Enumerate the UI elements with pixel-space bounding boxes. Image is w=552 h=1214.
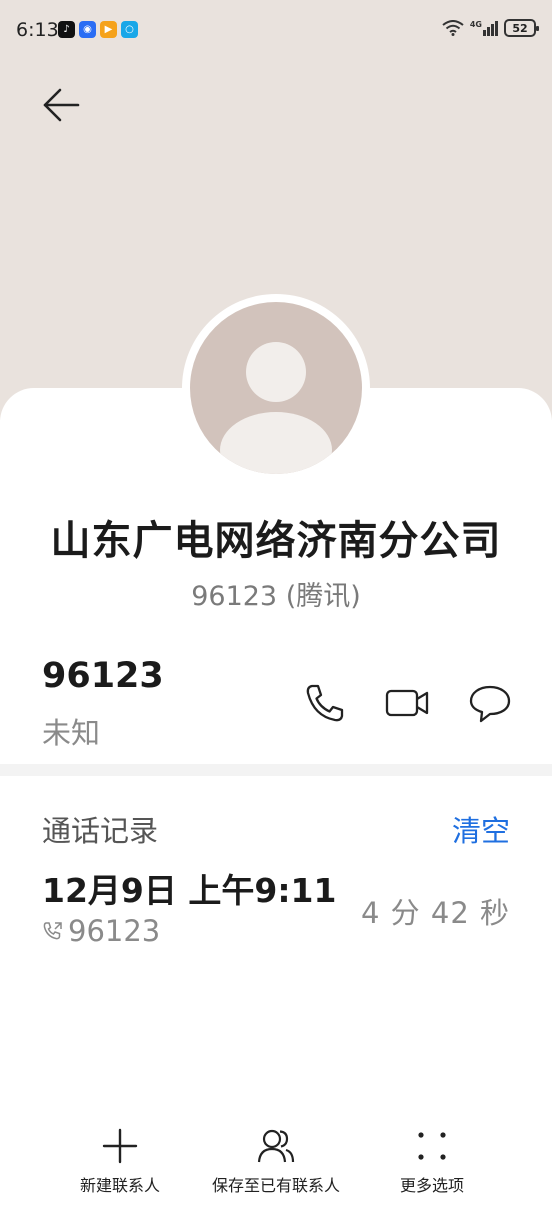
notification-icons: ♪ ◉ ▶ ○ <box>58 21 138 38</box>
wifi-icon <box>442 20 464 36</box>
tiktok-icon: ♪ <box>58 21 75 38</box>
save-to-existing-label: 保存至已有联系人 <box>211 1176 340 1195</box>
more-options-button[interactable]: 更多选项 <box>372 1126 492 1196</box>
video-app-icon: ▶ <box>100 21 117 38</box>
bottom-action-bar: 新建联系人 保存至已有联系人 更多选项 <box>0 1126 552 1214</box>
clear-call-log-button[interactable]: 清空 <box>452 808 510 850</box>
message-button[interactable] <box>467 680 513 726</box>
status-indicators: 4G 52 <box>442 19 539 37</box>
video-call-button[interactable] <box>384 680 430 726</box>
phone-icon <box>306 684 344 722</box>
search-app-icon: ○ <box>121 21 138 38</box>
battery-level: 52 <box>512 21 528 35</box>
back-button[interactable] <box>36 80 86 130</box>
plus-icon <box>102 1128 138 1164</box>
battery-icon: 52 <box>504 19 539 37</box>
call-button[interactable] <box>302 680 348 726</box>
app-notification-icon: ◉ <box>79 21 96 38</box>
network-type: 4G <box>469 19 482 29</box>
call-duration: 4 分 42 秒 <box>360 896 510 930</box>
contact-subtitle: 96123 (腾讯) <box>191 581 361 612</box>
section-divider <box>0 764 552 776</box>
avatar[interactable] <box>190 302 362 474</box>
call-entry-number: 96123 <box>42 914 160 948</box>
outgoing-call-icon <box>43 922 62 940</box>
call-entry-number-text: 96123 <box>68 914 161 948</box>
contact-name: 山东广电网络济南分公司 <box>50 518 502 564</box>
phone-number[interactable]: 96123 <box>42 656 164 696</box>
status-bar: 6:13 ♪ ◉ ▶ ○ 4G 52 <box>0 0 552 60</box>
number-type-label: 未知 <box>42 716 101 750</box>
video-call-icon <box>385 689 429 717</box>
more-dots-icon <box>418 1132 446 1160</box>
signal-icon: 4G <box>469 19 498 36</box>
save-to-existing-contact-button[interactable]: 保存至已有联系人 <box>196 1126 356 1196</box>
arrow-left-icon <box>43 88 80 122</box>
new-contact-button[interactable]: 新建联系人 <box>60 1126 180 1196</box>
status-time: 6:13 <box>16 19 59 41</box>
call-log-title: 通话记录 <box>42 814 159 848</box>
call-date: 12月9日 上午9:11 <box>42 871 337 910</box>
message-icon <box>469 685 511 723</box>
person-placeholder-icon <box>220 342 332 474</box>
contacts-icon <box>257 1129 295 1163</box>
new-contact-label: 新建联系人 <box>79 1176 160 1195</box>
more-options-label: 更多选项 <box>399 1176 464 1195</box>
